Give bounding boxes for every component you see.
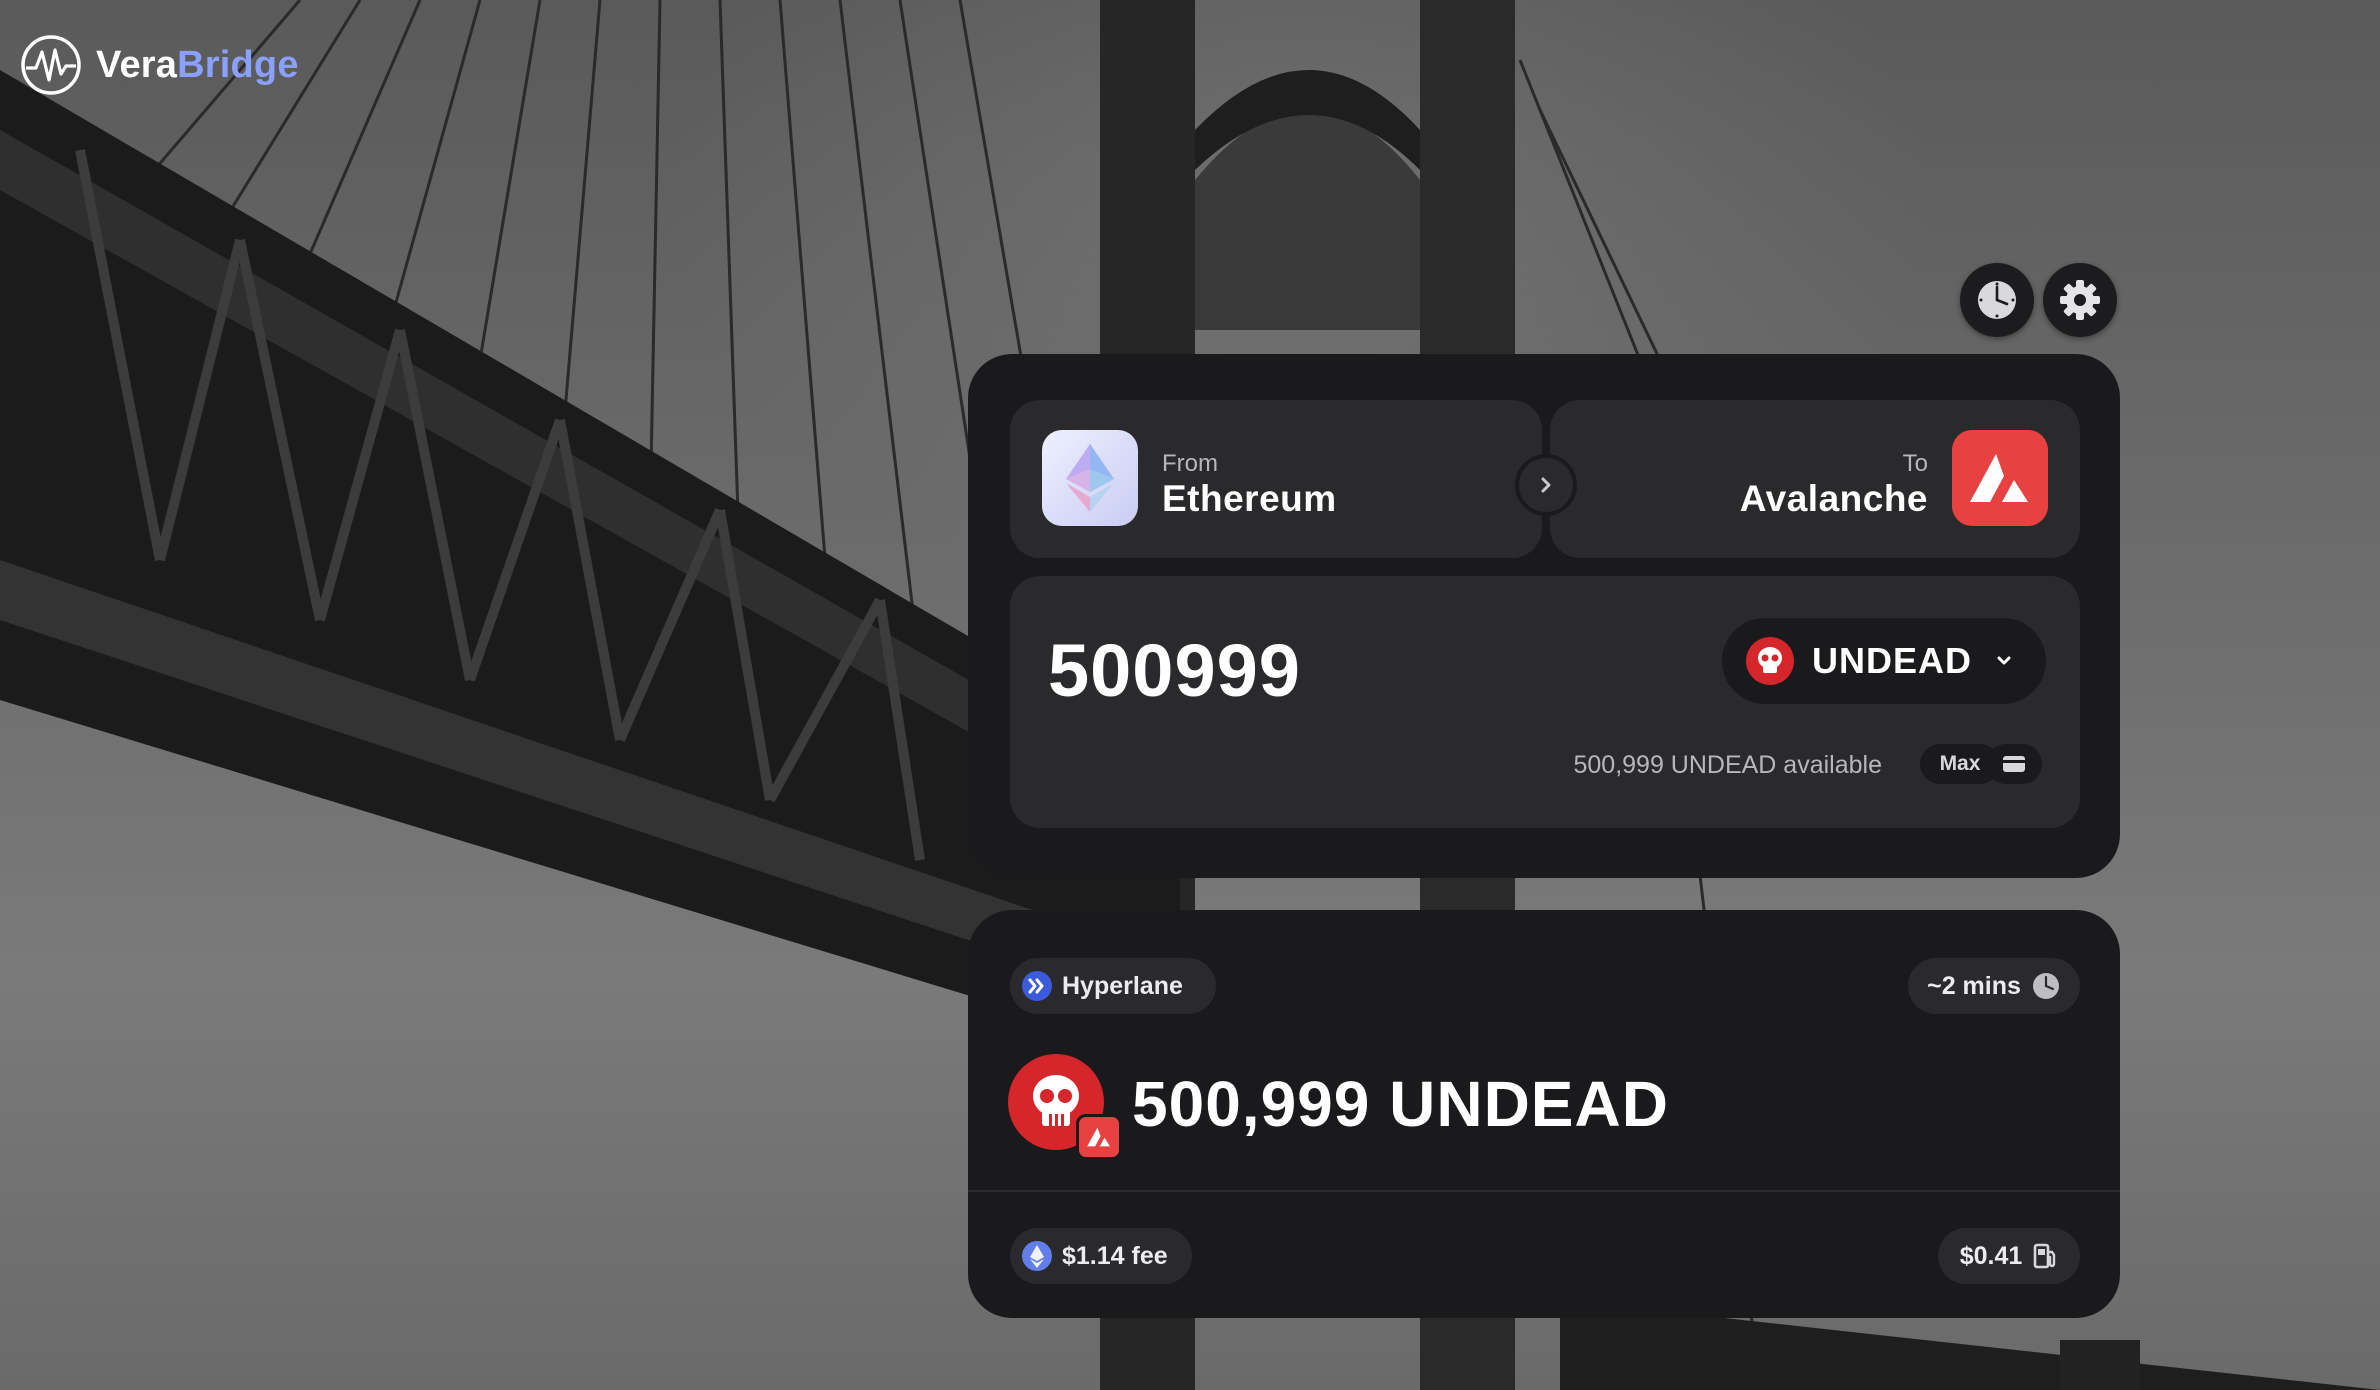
brand-name: VeraBridge: [96, 44, 299, 87]
gear-icon: [2060, 280, 2100, 320]
eta-badge: ~2 mins: [1908, 958, 2080, 1014]
route-name: Hyperlane: [1062, 971, 1183, 1000]
token-selector[interactable]: UNDEAD: [1722, 618, 2046, 704]
hyperlane-icon: [1022, 971, 1052, 1001]
from-label: From: [1162, 450, 1218, 477]
gas-text: $0.41: [1959, 1241, 2023, 1270]
gas-badge: $0.41: [1938, 1228, 2080, 1284]
brand-name-part1: Vera: [96, 43, 178, 86]
fee-badge: $1.14 fee: [1010, 1228, 1192, 1284]
token-symbol: UNDEAD: [1812, 640, 1973, 681]
fee-text: $1.14 fee: [1062, 1241, 1168, 1270]
avalanche-icon: [1952, 430, 2048, 526]
available-balance: 500,999 UNDEAD available: [1573, 751, 1882, 779]
receive-token-avatar: [1008, 1054, 1122, 1160]
history-button[interactable]: [1960, 263, 2034, 337]
from-chain-selector[interactable]: From Ethereum: [1010, 400, 1542, 558]
ethereum-icon: [1022, 1241, 1052, 1271]
brand-logo[interactable]: VeraBridge: [20, 34, 299, 96]
swap-direction-button[interactable]: [1515, 454, 1577, 516]
verabridge-logo-icon: [21, 35, 81, 95]
ethereum-icon: [1042, 430, 1138, 526]
avalanche-badge-icon: [1076, 1114, 1122, 1160]
from-chain-name: Ethereum: [1162, 478, 1337, 519]
wallet-button[interactable]: [1986, 744, 2042, 784]
route-badge: Hyperlane: [1010, 958, 1216, 1014]
clock-icon: [1978, 281, 2016, 319]
amount-panel: 500999 UNDEAD 500,999 UNDEAD available M…: [1010, 576, 2080, 828]
settings-button[interactable]: [2043, 263, 2117, 337]
brand-name-part2: Bridge: [177, 43, 299, 86]
to-chain-selector[interactable]: To Avalanche: [1550, 400, 2080, 558]
transfer-card: From Ethereum To Avalanche 500999 UNDEAD: [968, 354, 2120, 878]
receive-amount: 500,999 UNDEAD: [1008, 1054, 1669, 1160]
to-label: To: [1902, 450, 1928, 477]
divider: [968, 1190, 2120, 1192]
receive-amount-text: 500,999 UNDEAD: [1132, 1068, 1669, 1140]
chevron-down-icon: [1997, 656, 2011, 665]
quote-card: Hyperlane ~2 mins 500,999 UNDEAD $1.14 f…: [968, 910, 2120, 1318]
to-chain-name: Avalanche: [1739, 478, 1928, 519]
eta-text: ~2 mins: [1927, 971, 2021, 1000]
gas-pump-icon: [2033, 1243, 2056, 1269]
amount-input[interactable]: 500999: [1048, 628, 1301, 713]
skull-icon: [1746, 637, 1794, 685]
chevron-right-icon: [1541, 477, 1551, 493]
clock-icon: [2032, 973, 2059, 999]
wallet-icon: [2003, 756, 2025, 772]
